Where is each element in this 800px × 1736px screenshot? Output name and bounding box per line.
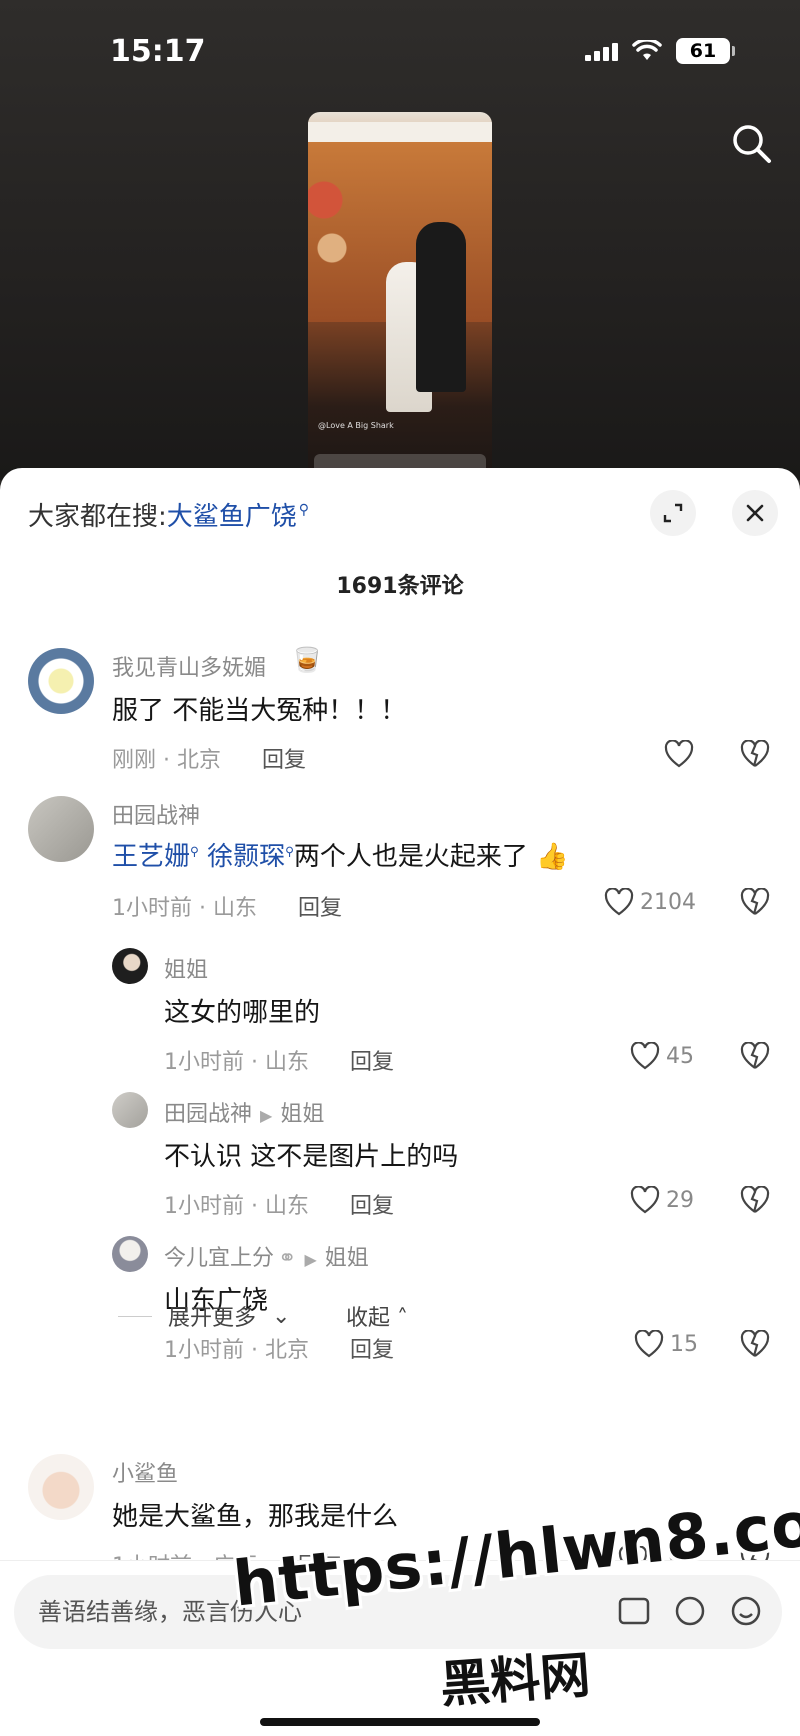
collapse-button[interactable]: 收起 ˄ [346,1300,408,1332]
avatar[interactable] [28,796,94,862]
search-icon[interactable] [730,122,772,164]
avatar[interactable] [28,648,94,714]
comment-count: 1691条评论 [336,574,464,599]
status-time: 15:17 [110,34,206,69]
expand-icon [663,503,683,523]
home-indicator[interactable] [260,1718,540,1726]
comment-text: 王艺姗⚲ 徐颢琛⚲两个人也是火起来了 👍 [112,842,569,872]
wifi-icon [632,40,662,60]
comment-username[interactable]: 姐姐 [164,952,208,984]
reply-button[interactable]: 回复 [350,1044,394,1076]
comment-time-location: 1小时前 · 山东 [112,896,257,921]
divider [118,1315,152,1317]
heart-icon [630,1186,660,1214]
like-button[interactable]: 2104 [604,888,696,916]
reply-button[interactable]: 回复 [298,890,342,922]
like-count: 15 [670,1331,698,1357]
mention-link[interactable]: 王艺姗 [112,842,190,872]
comment-time-location: 1小时前 · 北京 [164,1338,309,1363]
comment-username[interactable]: 田园战神 [112,798,200,830]
like-button[interactable]: 29 [630,1186,694,1214]
reply-item: 田园战神 ▶ 姐姐 不认识 这不是图片上的吗 1小时前 · 山东 回复 29 [0,1092,800,1219]
broken-heart-icon [740,1185,770,1213]
like-button[interactable]: 15 [634,1330,698,1358]
thumb-caption: @Love A Big Shark [318,421,394,430]
chevron-up-icon: ˄ [390,1306,409,1331]
close-button[interactable] [732,490,778,536]
status-icons: 61 [585,38,735,64]
comment-text: 服了 不能当大冤种！！！ [112,696,407,726]
hot-search-keyword[interactable]: 大鲨鱼广饶 [167,496,297,533]
heart-icon [604,888,634,916]
broken-heart-icon [740,1329,770,1357]
dislike-button[interactable] [740,1185,770,1218]
drink-emoji-icon: 🥃 [292,646,322,674]
mention-link[interactable]: 徐颢琛 [207,842,285,872]
comment-username[interactable]: 田园战神 ▶ 姐姐 [164,1096,324,1128]
broken-heart-icon [740,1041,770,1069]
collapse-label: 收起 [346,1306,391,1331]
comment-item: 田园战神 王艺姗⚲ 徐颢琛⚲两个人也是火起来了 👍 1小时前 · 山东 回复 2… [0,730,800,921]
video-thumbnail[interactable]: @Love A Big Shark [308,112,492,480]
rings-icon: ⚭ [278,1246,297,1271]
expand-more-button[interactable]: 展开更多 ⌄ [118,1300,290,1332]
battery-icon: 61 [676,38,735,64]
like-count: 29 [666,1187,694,1213]
hot-search-prefix: 大家都在搜: [28,502,167,532]
expand-more-label: 展开更多 [168,1306,257,1331]
comment-body: 两个人也是火起来了 [293,842,528,872]
heart-icon [634,1330,664,1358]
emoji-icon[interactable] [728,1593,764,1629]
dislike-button[interactable] [740,1041,770,1074]
comment-text: 不认识 这不是图片上的吗 [164,1142,459,1172]
comment-text: 这女的哪里的 [164,998,321,1028]
avatar[interactable] [112,1092,148,1128]
video-background: 15:17 61 @Love A Big Shark [0,0,800,480]
reply-item: 姐姐 这女的哪里的 1小时前 · 山东 回复 45 [0,948,800,1075]
dislike-button[interactable] [740,887,770,920]
comment-text: 她是大鲨鱼，那我是什么 [112,1502,399,1532]
dislike-button[interactable] [740,1329,770,1362]
heart-icon [630,1042,660,1070]
comment-time-location: 1小时前 · 山东 [164,1050,309,1075]
comment-sheet: 大家都在搜: 大鲨鱼广饶 ⚲ 1691条评论 我见青山多妩媚 🥃 服了 不能当大… [0,468,800,1736]
like-count: 45 [666,1043,694,1069]
at-mention-icon[interactable] [672,1593,708,1629]
reply-item: 今儿宜上分 ⚭ ▶ 姐姐 山东广饶 1小时前 · 北京 回复 15 [0,1236,800,1363]
input-tools [616,1593,764,1629]
thumbs-up-icon: 👍 [527,842,569,872]
like-count: 2104 [640,889,696,915]
chevron-down-icon: ⌄ [272,1303,291,1329]
signal-icon [585,41,618,61]
comment-username[interactable]: 小鲨鱼 [112,1456,178,1488]
avatar[interactable] [112,1236,148,1272]
comment-time-location: 1小时前 · 山东 [164,1194,309,1219]
reply-button[interactable]: 回复 [350,1332,394,1364]
avatar[interactable] [112,948,148,984]
comment-username[interactable]: 今儿宜上分 ⚭ ▶ 姐姐 [164,1240,369,1272]
close-icon [746,504,764,522]
comment-username[interactable]: 我见青山多妩媚 [112,650,266,682]
image-icon[interactable] [616,1593,652,1629]
hot-search[interactable]: 大家都在搜: 大鲨鱼广饶 ⚲ [28,496,309,533]
reply-button[interactable]: 回复 [350,1188,394,1220]
like-button[interactable]: 45 [630,1042,694,1070]
fullscreen-button[interactable] [650,490,696,536]
avatar[interactable] [28,1454,94,1520]
watermark-label: 黑料网 [438,1645,593,1715]
broken-heart-icon [740,887,770,915]
search-small-icon: ⚲ [298,501,310,518]
